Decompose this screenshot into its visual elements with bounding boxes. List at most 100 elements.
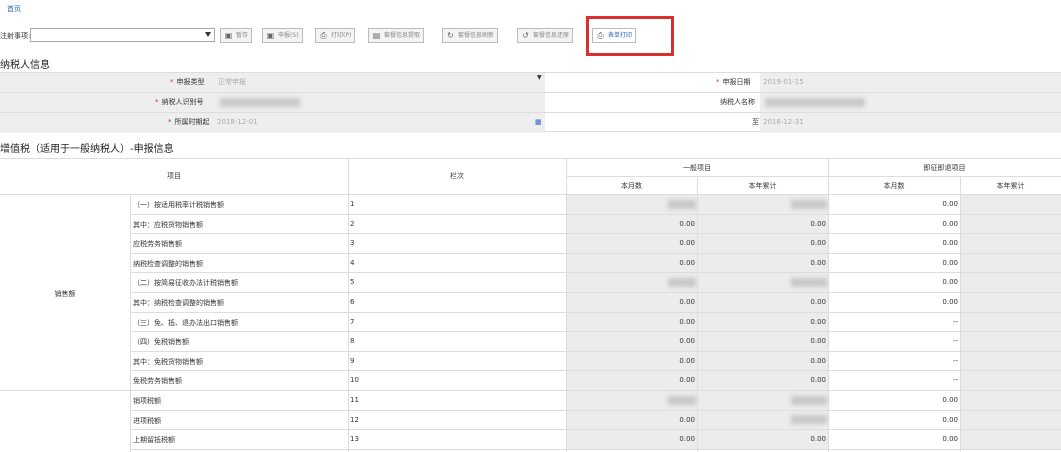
row-label: 应税劳务销售额 bbox=[133, 240, 182, 249]
row-number: 8 bbox=[350, 337, 355, 346]
refund-month-value[interactable]: -- bbox=[829, 357, 958, 365]
save-button[interactable]: ▣ 暂存 bbox=[220, 28, 253, 43]
row-number: 10 bbox=[350, 376, 359, 385]
month-value[interactable]: 0.00 bbox=[567, 298, 695, 306]
row-divider bbox=[130, 448, 1061, 450]
highlight-box bbox=[586, 16, 674, 56]
month-value-redacted bbox=[660, 278, 696, 288]
row-label: 其中：应税货物销售额 bbox=[133, 220, 203, 229]
month-value[interactable]: 0.00 bbox=[567, 239, 695, 247]
row-number: 2 bbox=[350, 219, 355, 228]
row-label: 免税劳务销售额 bbox=[133, 377, 182, 386]
row-number: 11 bbox=[350, 396, 359, 404]
period-end-value: 2018-12-31 bbox=[763, 118, 804, 126]
row-number: 5 bbox=[350, 278, 355, 287]
year-value[interactable]: 0.00 bbox=[698, 220, 826, 228]
declare-date-value: 2019-01-15 bbox=[763, 78, 804, 86]
restore-icon: ↺ bbox=[522, 31, 529, 40]
month-value[interactable]: 0.00 bbox=[567, 435, 695, 443]
refresh-icon: ↻ bbox=[447, 31, 454, 40]
row-label: 其中：纳税检查调整的销售额 bbox=[133, 299, 224, 307]
refresh-button[interactable]: ↻ 套餐信息刷新 bbox=[442, 28, 499, 43]
refund-year-cell-bg bbox=[961, 253, 1061, 273]
month-value-redacted bbox=[660, 200, 696, 209]
chevron-down-icon[interactable]: ▼ bbox=[537, 75, 542, 81]
refund-month-header: 本月数 bbox=[883, 182, 905, 190]
month-value[interactable]: 0.00 bbox=[567, 337, 695, 345]
year-value[interactable]: 0.00 bbox=[698, 259, 826, 267]
tax-id-label: * 纳税人识别号 bbox=[155, 98, 204, 106]
refund-month-value[interactable]: 0.00 bbox=[829, 435, 958, 443]
refund-year-cell-bg bbox=[961, 312, 1061, 332]
refund-year-cell-bg bbox=[961, 430, 1061, 449]
row-label: 其中：免税货物销售额 bbox=[133, 357, 203, 366]
extract-button[interactable]: ▤ 套餐信息提取 bbox=[368, 28, 425, 43]
month-value[interactable]: 0.00 bbox=[567, 220, 695, 228]
taxpayer-section-title: 纳税人信息 bbox=[0, 60, 50, 71]
refund-month-value[interactable]: 0.00 bbox=[829, 259, 958, 267]
toolbar: 注射事项: ▣ 暂存 ▣ 申报(S) ⎙ 打印(P) ▤ 套餐信息提取 ↻ 套餐信息刷新 … bbox=[0, 27, 1061, 45]
row-number: 9 bbox=[350, 356, 355, 365]
chevron-down-icon bbox=[205, 32, 211, 37]
print-button[interactable]: ⎙ 打印(P) bbox=[315, 28, 356, 43]
refund-month-value[interactable]: 0.00 bbox=[829, 278, 958, 286]
row-label: （二）按简易征收办法计税销售额 bbox=[133, 279, 238, 288]
refund-month-value[interactable]: 0.00 bbox=[829, 220, 958, 228]
refund-month-value[interactable]: -- bbox=[829, 318, 958, 326]
submit-button[interactable]: ▣ 申报(S) bbox=[262, 28, 303, 43]
refund-month-value[interactable]: 0.00 bbox=[829, 298, 958, 306]
period-start-value[interactable]: 2018-12-01 bbox=[217, 113, 258, 133]
refund-month-value[interactable]: 0.00 bbox=[829, 200, 958, 208]
row-label: （三）免、抵、退办法出口销售额 bbox=[133, 318, 238, 327]
info-row: * 纳税人识别号 纳税人名称 bbox=[0, 92, 1061, 113]
year-value[interactable]: 0.00 bbox=[698, 357, 826, 365]
sales-group-label: 销售额 bbox=[54, 290, 76, 298]
month-value[interactable]: 0.00 bbox=[567, 318, 695, 326]
month-value-redacted bbox=[660, 396, 696, 405]
refund-month-value[interactable]: -- bbox=[829, 337, 958, 345]
info-row: * 申报类型 正常申报 ▼ * 申报日期 2019-01-15 bbox=[0, 72, 1061, 93]
restore-button[interactable]: ↺ 套餐信息还原 bbox=[517, 28, 574, 43]
declare-type-label: * 申报类型 bbox=[170, 78, 205, 86]
month-value[interactable]: 0.00 bbox=[567, 376, 695, 384]
vat-table: 项目 栏次 一般项目 即征即退项目 本月数 本年累计 本月数 本年累计 销售额 … bbox=[0, 158, 1061, 452]
row-label: 进项税额 bbox=[133, 416, 161, 425]
refund-year-cell-bg bbox=[961, 293, 1061, 312]
declare-date-label: * 申报日期 bbox=[716, 78, 751, 86]
row-number: 4 bbox=[350, 258, 355, 267]
notice-select[interactable] bbox=[30, 28, 215, 42]
refund-month-value[interactable]: 0.00 bbox=[829, 239, 958, 247]
refund-year-cell-bg bbox=[961, 332, 1061, 351]
year-value[interactable]: 0.00 bbox=[698, 318, 826, 326]
refund-header: 即征即退项目 bbox=[923, 164, 966, 172]
period-start-label: * 所属时期起 bbox=[168, 118, 210, 126]
row-number: 13 bbox=[350, 435, 359, 444]
refund-year-header: 本年累计 bbox=[996, 182, 1025, 190]
month-value[interactable]: 0.00 bbox=[567, 357, 695, 365]
tax-id-value bbox=[220, 93, 300, 113]
general-year-header: 本年累计 bbox=[748, 182, 777, 190]
declare-type-value[interactable]: 正常申报 bbox=[218, 73, 246, 93]
year-value[interactable]: 0.00 bbox=[698, 239, 826, 247]
home-link[interactable]: 首页 bbox=[7, 4, 21, 14]
year-value[interactable]: 0.00 bbox=[698, 376, 826, 384]
month-value[interactable]: 0.00 bbox=[567, 416, 695, 424]
tax-name-label: 纳税人名称 bbox=[720, 98, 755, 106]
calendar-icon[interactable]: ▦ bbox=[535, 113, 542, 133]
general-month-header: 本月数 bbox=[621, 182, 642, 190]
row-label: （四）免税销售额 bbox=[133, 338, 189, 347]
month-value[interactable]: 0.00 bbox=[567, 259, 695, 267]
row-number: 6 bbox=[350, 298, 355, 306]
year-value-redacted bbox=[785, 200, 827, 209]
row-label: 上期留抵税额 bbox=[133, 436, 175, 445]
row-number: 7 bbox=[350, 317, 355, 326]
notice-label: 注射事项: bbox=[0, 32, 31, 40]
refund-month-value[interactable]: -- bbox=[829, 376, 958, 384]
year-value[interactable]: 0.00 bbox=[698, 337, 826, 345]
row-number: 1 bbox=[350, 200, 355, 208]
year-value[interactable]: 0.00 bbox=[698, 435, 826, 443]
year-value[interactable]: 0.00 bbox=[698, 298, 826, 306]
row-label: （一）按适用税率计税销售额 bbox=[133, 201, 224, 209]
refund-month-value[interactable]: 0.00 bbox=[829, 416, 958, 424]
refund-month-value[interactable]: 0.00 bbox=[829, 396, 958, 404]
